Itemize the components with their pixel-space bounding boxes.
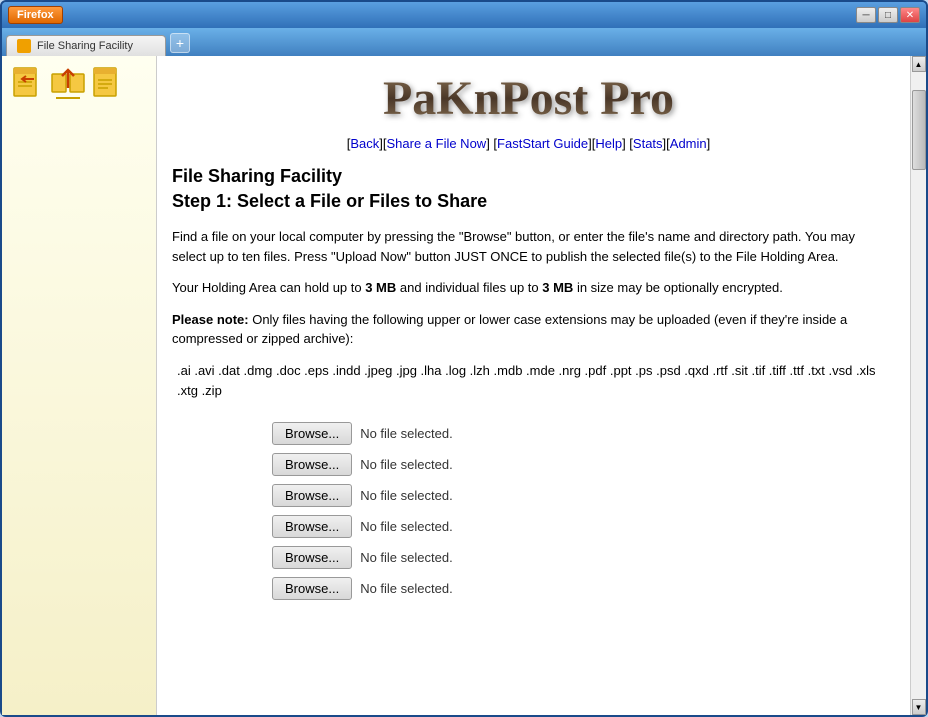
logo-text: PaKnPost Pro (383, 71, 674, 126)
browser-tab[interactable]: File Sharing Facility (6, 35, 166, 56)
title-bar: Firefox ─ □ ✕ (2, 2, 926, 28)
file-row: Browse... No file selected. (272, 422, 453, 445)
file-row: Browse... No file selected. (272, 577, 453, 600)
file-row: Browse... No file selected. (272, 515, 453, 538)
sidebar-icon-1[interactable] (10, 66, 46, 102)
title-bar-left: Firefox (8, 6, 63, 24)
logo-container: PaKnPost Pro (172, 71, 885, 126)
scrollbar[interactable]: ▲ ▼ (910, 56, 926, 715)
file-status-6: No file selected. (360, 581, 453, 596)
browse-button-4[interactable]: Browse... (272, 515, 352, 538)
browse-button-2[interactable]: Browse... (272, 453, 352, 476)
page-description: Find a file on your local computer by pr… (172, 227, 885, 266)
main-content: PaKnPost Pro [Back][Share a File Now] [F… (157, 56, 910, 715)
extensions-list: .ai .avi .dat .dmg .doc .eps .indd .jpeg… (172, 361, 885, 403)
nav-help-link[interactable]: Help (595, 136, 622, 151)
browser-window: Firefox ─ □ ✕ File Sharing Facility + (0, 0, 928, 717)
tab-bar: File Sharing Facility + (2, 28, 926, 56)
nav-admin-link[interactable]: Admin (670, 136, 707, 151)
browser-content: PaKnPost Pro [Back][Share a File Now] [F… (2, 56, 926, 715)
window-controls: ─ □ ✕ (856, 7, 920, 23)
file-status-5: No file selected. (360, 550, 453, 565)
file-status-3: No file selected. (360, 488, 453, 503)
nav-stats-link[interactable]: Stats (633, 136, 663, 151)
tab-title: File Sharing Facility (37, 40, 133, 52)
file-status-1: No file selected. (360, 426, 453, 441)
close-button[interactable]: ✕ (900, 7, 920, 23)
new-tab-button[interactable]: + (170, 33, 190, 53)
browse-button-5[interactable]: Browse... (272, 546, 352, 569)
scroll-down-arrow[interactable]: ▼ (912, 699, 926, 715)
scroll-thumb[interactable] (912, 90, 926, 170)
minimize-button[interactable]: ─ (856, 7, 876, 23)
sidebar (2, 56, 157, 715)
file-inputs-section: Browse... No file selected. Browse... No fi… (172, 422, 885, 600)
maximize-button[interactable]: □ (878, 7, 898, 23)
browse-button-3[interactable]: Browse... (272, 484, 352, 507)
file-row: Browse... No file selected. (272, 484, 453, 507)
file-status-2: No file selected. (360, 457, 453, 472)
holding-info: Your Holding Area can hold up to 3 MB an… (172, 278, 885, 298)
file-row: Browse... No file selected. (272, 546, 453, 569)
tab-favicon (17, 39, 31, 53)
sidebar-icon-3[interactable] (90, 66, 126, 102)
browse-button-6[interactable]: Browse... (272, 577, 352, 600)
sidebar-icon-2[interactable] (50, 66, 86, 102)
page-title: File Sharing Facility (172, 166, 885, 187)
file-status-4: No file selected. (360, 519, 453, 534)
page-subtitle: Step 1: Select a File or Files to Share (172, 191, 885, 212)
sidebar-icons (10, 66, 148, 102)
file-row: Browse... No file selected. (272, 453, 453, 476)
nav-share-link[interactable]: Share a File Now (386, 136, 486, 151)
browse-button-1[interactable]: Browse... (272, 422, 352, 445)
firefox-menu-button[interactable]: Firefox (8, 6, 63, 24)
scroll-up-arrow[interactable]: ▲ (912, 56, 926, 72)
nav-links: [Back][Share a File Now] [FastStart Guid… (172, 136, 885, 151)
please-note: Please note: Only files having the follo… (172, 310, 885, 349)
nav-faststart-link[interactable]: FastStart Guide (497, 136, 588, 151)
nav-back-link[interactable]: Back (350, 136, 379, 151)
